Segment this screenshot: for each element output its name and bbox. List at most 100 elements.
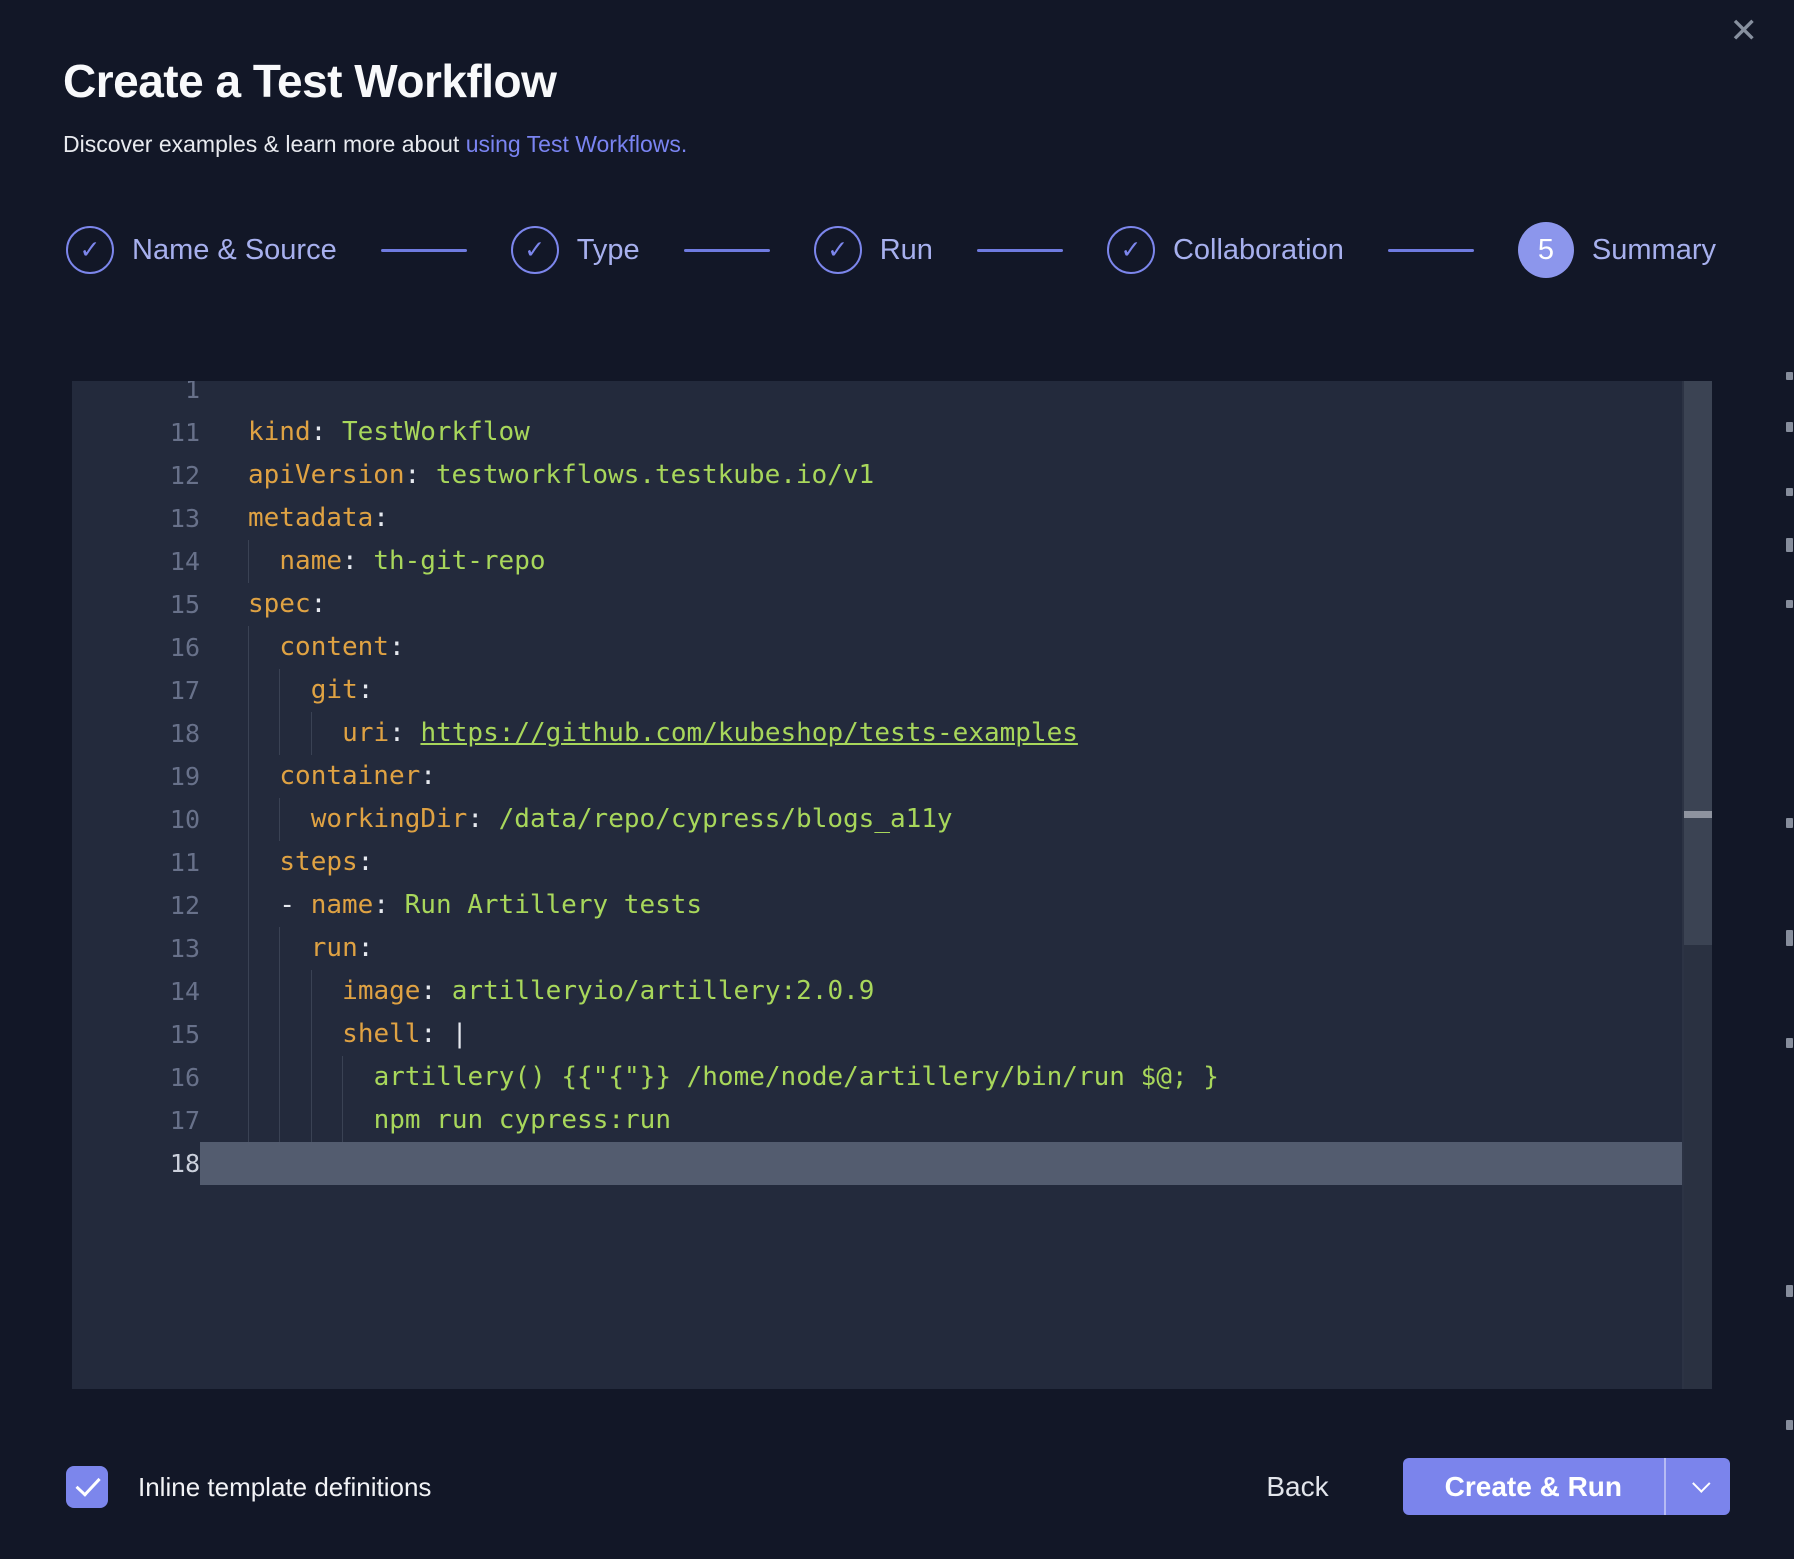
create-and-run-button[interactable]: Create & Run [1403,1458,1730,1515]
code-token: : [420,761,436,791]
code-line: 1 [72,381,1682,411]
code-token: : [389,718,420,748]
footer-left: Inline template definitions [66,1459,431,1515]
code-token: name [311,890,374,920]
subtitle-text: Discover examples & learn more about [63,131,466,157]
page-title: Create a Test Workflow [63,54,556,108]
indent-guide [279,970,310,1013]
editor-scrollbar[interactable] [1682,381,1712,1389]
step-connector [640,249,814,252]
code-line: 12apiVersion: testworkflows.testkube.io/… [72,454,1682,497]
indent-guide [279,712,310,755]
code-token: : [420,976,451,1006]
indent-guide [248,626,279,669]
code-token: npm run cypress:run [374,1105,671,1135]
step-number-badge: 5 [1518,222,1574,278]
indent-guide [311,1099,342,1142]
code-token: run [311,933,358,963]
line-number: 18 [72,1142,200,1185]
back-button[interactable]: Back [1266,1471,1328,1503]
code-token: : [467,804,498,834]
minimap-fragment [1786,1038,1793,1048]
code-token: image [342,976,420,1006]
code-line: 14image: artilleryio/artillery:2.0.9 [72,970,1682,1013]
code-token: : [342,546,373,576]
scrollbar-handle[interactable] [1684,811,1712,818]
line-number: 18 [72,712,200,755]
step-label: Summary [1592,234,1716,267]
step-check-icon: ✓ [511,226,559,274]
yaml-editor[interactable]: 111kind: TestWorkflow12apiVersion: testw… [72,381,1712,1389]
indent-guide [248,798,279,841]
indent-guide [248,884,279,927]
code-token: metadata [248,503,373,533]
code-token: content [279,632,389,662]
code-token: shell [342,1019,420,1049]
line-number: 17 [72,669,200,712]
code-line: 18 [72,1142,1682,1185]
code-token: spec [248,589,311,619]
indent-guide [248,1056,279,1099]
indent-guide [279,669,310,712]
code-token: : [358,933,374,963]
inline-template-checkbox[interactable] [66,1466,108,1508]
code-line: 15spec: [72,583,1682,626]
code-line: 16content: [72,626,1682,669]
step-check-icon: ✓ [1107,226,1155,274]
indent-guide [311,970,342,1013]
indent-guide [248,1099,279,1142]
step-label: Type [577,234,640,267]
code-line: 19 container: [72,755,1682,798]
code-token: artilleryio/artillery:2.0.9 [452,976,875,1006]
line-number: 1 [72,381,200,411]
minimap-fragment [1786,422,1793,432]
code-token: apiVersion [248,460,405,490]
minimap-fragment [1786,1285,1793,1297]
indent-guide [248,540,279,583]
line-number: 19 [72,755,200,798]
step-summary[interactable]: 5 Summary [1518,222,1716,278]
code-token: : [311,589,327,619]
step-collaboration[interactable]: ✓ Collaboration [1107,226,1344,274]
code-token: git [311,675,358,705]
code-line: 13 run: [72,927,1682,970]
indent-guide [279,798,310,841]
line-number: 15 [72,1013,200,1056]
code-token: Run Artillery tests [405,890,702,920]
code-line: 15shell: | [72,1013,1682,1056]
line-number: 17 [72,1099,200,1142]
step-label: Collaboration [1173,234,1344,267]
subtitle-link[interactable]: using Test Workflows. [466,131,688,157]
indent-guide [342,1056,373,1099]
code-token: | [452,1019,468,1049]
indent-guide [279,1099,310,1142]
code-token: container [279,761,420,791]
line-number: 10 [72,798,200,841]
code-token: artillery() {{"{"}} /home/node/artillery… [374,1062,1219,1092]
code-line: 13metadata: [72,497,1682,540]
code-token: steps [279,847,357,877]
scrollbar-thumb[interactable] [1684,381,1712,945]
line-number: 11 [72,411,200,454]
step-type[interactable]: ✓ Type [511,226,640,274]
line-number: 13 [72,927,200,970]
code-line: 17 npm run cypress:run [72,1099,1682,1142]
step-label: Name & Source [132,234,337,267]
indent-guide [248,669,279,712]
minimap-fragment [1786,930,1793,946]
minimap-fragment [1786,818,1793,828]
code-line: 12- name: Run Artillery tests [72,884,1682,927]
step-name-source[interactable]: ✓Name & Source [66,226,337,274]
code-line: 16artillery() {{"{"}} /home/node/artille… [72,1056,1682,1099]
step-run[interactable]: ✓Run [814,226,933,274]
step-check-icon: ✓ [814,226,862,274]
code-line: 11steps: [72,841,1682,884]
code-link[interactable]: https://github.com/kubeshop/tests-exampl… [420,718,1077,748]
code-token: : [405,460,436,490]
code-token: workingDir [311,804,468,834]
create-and-run-label[interactable]: Create & Run [1403,1458,1664,1515]
run-options-dropdown[interactable] [1666,1458,1730,1515]
code-token: : [358,847,374,877]
code-token: name [279,546,342,576]
close-icon[interactable]: ✕ [1730,14,1759,48]
